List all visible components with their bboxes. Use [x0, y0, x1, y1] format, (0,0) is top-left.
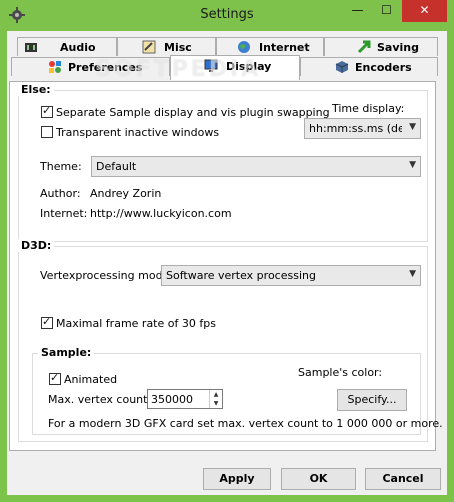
vertex-hint: For a modern 3D GFX card set max. vertex…: [48, 417, 443, 430]
spin-arrows-icon[interactable]: ▲ ▼: [209, 390, 222, 408]
internet-link[interactable]: http://www.luckyicon.com: [90, 207, 232, 220]
d3d-group-title: D3D:: [18, 239, 55, 252]
max-frame-rate-label: Maximal frame rate of 30 fps: [56, 317, 216, 330]
vertex-mode-value: Software vertex processing: [166, 269, 316, 282]
theme-value: Default: [96, 160, 137, 173]
theme-select[interactable]: Default ▼: [91, 156, 421, 177]
else-group-title: Else:: [18, 83, 54, 96]
specify-button[interactable]: Specify...: [337, 389, 407, 411]
tab-saving-label: Saving: [377, 41, 419, 54]
sample-color-label: Sample's color:: [298, 366, 383, 379]
internet-label: Internet:: [40, 207, 88, 220]
tab-encoders[interactable]: Encoders: [300, 57, 438, 76]
button-bar: Apply OK Cancel: [7, 459, 447, 495]
tab-audio[interactable]: Audio: [17, 37, 117, 56]
globe-icon: [238, 41, 250, 53]
tools-icon: [142, 40, 156, 54]
chevron-down-icon: ▼: [409, 160, 416, 170]
sample-group-title: Sample:: [38, 346, 95, 359]
vertex-mode-select[interactable]: Software vertex processing ▼: [161, 265, 421, 286]
author-label: Author:: [40, 187, 81, 200]
tab-internet[interactable]: Internet: [216, 37, 324, 56]
tab-misc-label: Misc: [164, 41, 192, 54]
watermark: SOFTPEDIA: [95, 57, 262, 82]
display-panel: Else: Separate Sample display and vis pl…: [9, 81, 443, 451]
time-display-label: Time display:: [332, 102, 405, 115]
max-vertex-value: 350000: [151, 393, 193, 406]
cancel-button[interactable]: Cancel: [365, 468, 441, 490]
author-value: Andrey Zorin: [90, 187, 162, 200]
max-frame-rate-checkbox[interactable]: [41, 315, 53, 329]
save-arrow-icon: [357, 40, 371, 54]
tab-internet-label: Internet: [259, 41, 310, 54]
ok-button[interactable]: OK: [281, 468, 356, 490]
chevron-down-icon: ▼: [409, 122, 416, 132]
transparent-windows-label: Transparent inactive windows: [56, 126, 220, 139]
cube-icon: [335, 61, 349, 73]
tab-encoders-label: Encoders: [355, 61, 412, 74]
separate-sample-label: Separate Sample display and vis plugin s…: [56, 106, 330, 119]
time-display-select[interactable]: hh:mm:ss.ms (default) ▼: [304, 118, 421, 139]
tab-misc[interactable]: Misc: [117, 37, 216, 56]
title-bar[interactable]: Settings — ☐ ✕: [0, 0, 454, 31]
time-display-value: hh:mm:ss.ms (default): [309, 122, 402, 135]
maximize-button[interactable]: ☐: [372, 0, 401, 22]
apply-button[interactable]: Apply: [203, 468, 271, 490]
animated-label: Animated: [64, 373, 118, 386]
tab-saving[interactable]: Saving: [324, 37, 438, 56]
max-vertex-input[interactable]: 350000 ▲ ▼: [147, 389, 223, 409]
animated-checkbox[interactable]: [49, 371, 61, 385]
separate-sample-checkbox[interactable]: [41, 104, 53, 118]
vertex-mode-label: Vertexprocessing mode:: [40, 269, 174, 282]
close-button[interactable]: ✕: [402, 0, 447, 22]
chevron-down-icon: ▼: [409, 269, 416, 279]
speaker-icon: [25, 43, 37, 52]
tab-audio-label: Audio: [60, 41, 96, 54]
theme-label: Theme:: [40, 160, 82, 173]
settings-window: Settings — ☐ ✕ SOFTPEDIA Audio Misc Inte…: [0, 0, 454, 502]
minimize-button[interactable]: —: [343, 0, 372, 22]
shapes-icon: [49, 61, 61, 73]
transparent-windows-checkbox[interactable]: [41, 126, 53, 138]
max-vertex-label: Max. vertex count:: [48, 393, 152, 406]
